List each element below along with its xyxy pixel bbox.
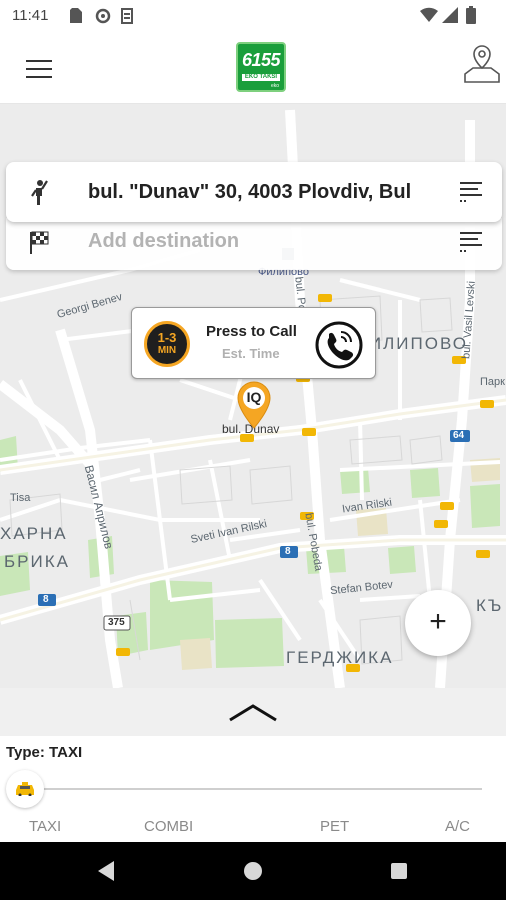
vehicle-type-panel: Type: TAXI TAXI COMBI PET A/C: [0, 736, 506, 842]
call-title: Press to Call: [206, 323, 297, 340]
press-to-call-button[interactable]: 1-3 MIN Press to Call Est. Time: [131, 307, 376, 379]
app-header: 6155 EKO TAKSI eko: [0, 32, 506, 104]
list-icon: [460, 232, 486, 252]
route-shield-8a: 8: [43, 594, 49, 605]
app-logo: 6155 EKO TAKSI eko: [236, 42, 286, 92]
pin-label: IQ: [246, 389, 262, 405]
home-icon: [244, 862, 262, 880]
option-pet[interactable]: PET: [320, 818, 349, 835]
list-icon: [460, 182, 486, 202]
route-shield-375: 375: [108, 617, 125, 628]
eta-unit: MIN: [157, 345, 177, 356]
destination-options-button[interactable]: [460, 232, 486, 256]
eta-badge: 1-3 MIN: [144, 321, 190, 367]
panel-expand-handle[interactable]: [0, 688, 506, 736]
destination-input[interactable]: [88, 230, 428, 253]
nav-back-button[interactable]: [92, 856, 122, 886]
sd-card-icon: [70, 8, 82, 23]
nav-recents-button[interactable]: [384, 856, 414, 886]
chevron-up-icon: [229, 704, 277, 722]
logo-tagline: eko: [270, 83, 279, 89]
status-bar: 11:41: [0, 0, 506, 32]
option-ac[interactable]: A/C: [445, 818, 470, 835]
route-shield-64: 64: [453, 430, 465, 441]
zoom-in-button[interactable]: +: [405, 590, 471, 656]
map-label-kamenitsa: КЪ: [476, 596, 504, 615]
vehicle-type-label: Type: TAXI: [6, 744, 83, 761]
map-label-tisa: Tisa: [10, 492, 31, 504]
nav-home-button[interactable]: [238, 856, 268, 886]
battery-icon: [466, 6, 476, 24]
settings-icon: [95, 8, 111, 24]
pickup-location-pin[interactable]: IQ: [236, 380, 272, 432]
menu-button[interactable]: [24, 54, 54, 82]
back-icon: [98, 861, 114, 881]
wifi-icon: [420, 7, 438, 23]
phone-call-icon: [315, 321, 363, 369]
option-combi[interactable]: COMBI: [144, 818, 193, 835]
s-icon: [121, 8, 133, 24]
route-shield-8b: 8: [285, 546, 291, 557]
recents-icon: [391, 863, 407, 879]
pickup-options-button[interactable]: [460, 182, 486, 206]
eta-value: 1-3: [157, 330, 177, 345]
call-subtitle: Est. Time: [222, 346, 280, 361]
map-label-park: Парк: [480, 376, 505, 388]
logo-subtitle: EKO TAKSI: [242, 74, 280, 81]
hail-person-icon: [31, 180, 48, 205]
vehicle-type-slider-track[interactable]: [24, 788, 482, 790]
logo-number: 6155: [241, 50, 281, 70]
address-card: bul. "Dunav" 30, 4003 Plovdiv, Bul: [6, 162, 502, 270]
map-label-harna: ХАРНА: [0, 524, 68, 543]
system-nav-bar: [0, 842, 506, 900]
pickup-address[interactable]: bul. "Dunav" 30, 4003 Plovdiv, Bul: [88, 181, 428, 204]
finish-flag-icon: [30, 231, 49, 254]
vehicle-type-slider-thumb[interactable]: [6, 770, 44, 808]
option-taxi[interactable]: TAXI: [29, 818, 61, 835]
status-time: 11:41: [12, 7, 49, 24]
location-pin-icon: [237, 381, 271, 429]
hamburger-menu-icon: [24, 54, 54, 78]
map-pin-icon: [464, 45, 500, 83]
signal-icon: [442, 7, 458, 23]
map-label-gerdzhika: ГЕРДЖИКА: [286, 648, 394, 667]
map-label-brika: БРИКА: [4, 552, 70, 571]
pickup-row[interactable]: bul. "Dunav" 30, 4003 Plovdiv, Bul: [6, 162, 502, 222]
destination-row[interactable]: [6, 218, 502, 270]
map-location-button[interactable]: [462, 44, 502, 84]
taxi-icon: [16, 782, 34, 796]
